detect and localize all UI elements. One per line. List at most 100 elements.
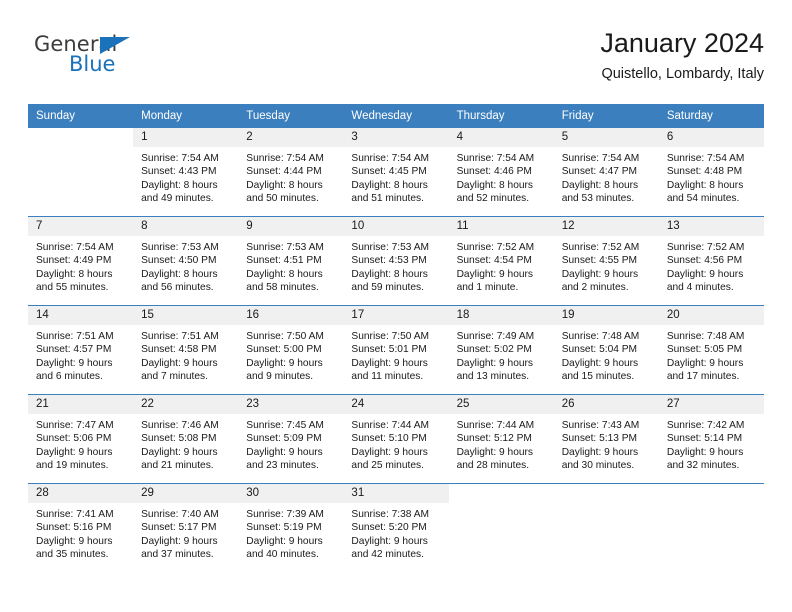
calendar-day-cell[interactable]: 30 Sunrise: 7:39 AM Sunset: 5:19 PM Dayligh… [238, 483, 344, 572]
daylight-text-line1: Daylight: 8 hours [36, 268, 113, 280]
calendar-day-cell[interactable]: 7 Sunrise: 7:54 AM Sunset: 4:49 PM Daylight… [28, 216, 134, 306]
day-number: 7 [28, 217, 134, 236]
calendar-day-cell[interactable]: 2 Sunrise: 7:54 AM Sunset: 4:44 PM Daylight… [238, 127, 344, 217]
calendar-day-cell[interactable]: 22 Sunrise: 7:46 AM Sunset: 5:08 PM Dayligh… [133, 394, 239, 484]
daylight-text-line1: Daylight: 8 hours [351, 179, 428, 191]
calendar-day-cell[interactable]: 31 Sunrise: 7:38 AM Sunset: 5:20 PM Dayligh… [343, 483, 449, 572]
day-details: Sunrise: 7:54 AM Sunset: 4:44 PM Daylight:… [238, 147, 343, 205]
day-number: 9 [238, 217, 344, 236]
daylight-text-line2: and 15 minutes. [561, 370, 635, 382]
calendar-day-cell[interactable]: 13 Sunrise: 7:52 AM Sunset: 4:56 PM Dayligh… [658, 216, 764, 306]
calendar-day-cell[interactable]: 6 Sunrise: 7:54 AM Sunset: 4:48 PM Daylight… [658, 127, 764, 217]
calendar-day-cell[interactable]: 27 Sunrise: 7:42 AM Sunset: 5:14 PM Dayligh… [658, 394, 764, 484]
calendar-cell-inner: 8 Sunrise: 7:53 AM Sunset: 4:50 PM Daylight… [133, 217, 239, 305]
sunrise-text: Sunrise: 7:44 AM [351, 420, 430, 431]
logo-text-blue: Blue [69, 52, 116, 76]
calendar-day-cell[interactable]: 11 Sunrise: 7:52 AM Sunset: 4:54 PM Dayligh… [448, 216, 554, 306]
general-blue-logo[interactable]: General Blue [34, 34, 164, 86]
daylight-text-line1: Daylight: 9 hours [561, 357, 639, 369]
calendar-cell-inner: 17 Sunrise: 7:50 AM Sunset: 5:01 PM Dayligh… [343, 306, 449, 394]
sunset-text: Sunset: 4:54 PM [456, 255, 532, 267]
calendar-week-row: 1 Sunrise: 7:54 AM Sunset: 4:43 PM Daylight… [28, 127, 764, 217]
sunset-text: Sunset: 5:12 PM [456, 433, 532, 445]
calendar-day-cell[interactable]: 12 Sunrise: 7:52 AM Sunset: 4:55 PM Dayligh… [553, 216, 659, 306]
sunrise-text: Sunrise: 7:52 AM [561, 242, 640, 253]
day-number: 21 [28, 395, 134, 414]
day-details: Sunrise: 7:50 AM Sunset: 5:00 PM Daylight:… [238, 325, 343, 383]
calendar-cell-inner: 14 Sunrise: 7:51 AM Sunset: 4:57 PM Dayligh… [28, 306, 134, 394]
calendar-day-cell[interactable]: 17 Sunrise: 7:50 AM Sunset: 5:01 PM Dayligh… [343, 305, 449, 395]
weekday-header-tuesday: Tuesday [238, 104, 344, 128]
calendar-day-cell[interactable]: 25 Sunrise: 7:44 AM Sunset: 5:12 PM Dayligh… [448, 394, 554, 484]
calendar-day-cell[interactable]: 1 Sunrise: 7:54 AM Sunset: 4:43 PM Daylight… [133, 127, 239, 217]
calendar-cell-inner: 29 Sunrise: 7:40 AM Sunset: 5:17 PM Dayligh… [133, 484, 239, 572]
sunrise-text: Sunrise: 7:53 AM [141, 242, 219, 253]
calendar-cell-inner: 13 Sunrise: 7:52 AM Sunset: 4:56 PM Dayligh… [658, 217, 764, 305]
calendar-cell-inner: 1 Sunrise: 7:54 AM Sunset: 4:43 PM Daylight… [133, 128, 239, 216]
sunrise-sunset-calendar: Sunday Monday Tuesday Wednesday Thursday… [28, 104, 764, 572]
calendar-cell-inner: 18 Sunrise: 7:49 AM Sunset: 5:02 PM Dayligh… [448, 306, 554, 394]
day-details [659, 503, 764, 508]
sunset-text: Sunset: 5:17 PM [141, 522, 217, 534]
daylight-text-line2: and 32 minutes. [666, 459, 740, 471]
calendar-day-cell[interactable]: 10 Sunrise: 7:53 AM Sunset: 4:53 PM Dayligh… [343, 216, 449, 306]
day-number: 4 [448, 128, 554, 147]
day-number: 8 [133, 217, 239, 236]
day-details: Sunrise: 7:51 AM Sunset: 4:58 PM Daylight:… [133, 325, 238, 383]
calendar-day-cell[interactable]: 5 Sunrise: 7:54 AM Sunset: 4:47 PM Daylight… [553, 127, 659, 217]
calendar-day-cell[interactable]: 3 Sunrise: 7:54 AM Sunset: 4:45 PM Daylight… [343, 127, 449, 217]
sunrise-text: Sunrise: 7:52 AM [456, 242, 535, 253]
day-details: Sunrise: 7:53 AM Sunset: 4:50 PM Daylight:… [133, 236, 238, 294]
sunset-text: Sunset: 5:13 PM [561, 433, 638, 445]
sunrise-text: Sunrise: 7:54 AM [456, 153, 535, 164]
calendar-page: General Blue January 2024 Quistello, Lom… [0, 0, 792, 612]
sunrise-text: Sunrise: 7:54 AM [36, 242, 114, 253]
sunset-text: Sunset: 4:46 PM [456, 166, 532, 178]
day-number: 18 [448, 306, 554, 325]
calendar-day-cell[interactable]: 28 Sunrise: 7:41 AM Sunset: 5:16 PM Dayligh… [28, 483, 134, 572]
day-details: Sunrise: 7:51 AM Sunset: 4:57 PM Daylight:… [28, 325, 133, 383]
day-details: Sunrise: 7:43 AM Sunset: 5:13 PM Daylight:… [554, 414, 659, 472]
calendar-day-cell[interactable]: 20 Sunrise: 7:48 AM Sunset: 5:05 PM Dayligh… [658, 305, 764, 395]
sunset-text: Sunset: 4:51 PM [246, 255, 322, 267]
sunset-text: Sunset: 5:09 PM [246, 433, 322, 445]
daylight-text-line2: and 21 minutes. [141, 459, 214, 471]
daylight-text-line2: and 23 minutes. [246, 459, 319, 471]
daylight-text-line1: Daylight: 9 hours [351, 535, 428, 547]
day-details: Sunrise: 7:40 AM Sunset: 5:17 PM Daylight:… [133, 503, 238, 561]
daylight-text-line1: Daylight: 9 hours [456, 446, 534, 458]
calendar-day-cell[interactable]: 21 Sunrise: 7:47 AM Sunset: 5:06 PM Dayligh… [28, 394, 134, 484]
calendar-day-cell[interactable]: 14 Sunrise: 7:51 AM Sunset: 4:57 PM Dayligh… [28, 305, 134, 395]
calendar-day-cell[interactable]: 19 Sunrise: 7:48 AM Sunset: 5:04 PM Dayligh… [553, 305, 659, 395]
sunset-text: Sunset: 5:06 PM [36, 433, 112, 445]
calendar-day-cell[interactable]: 24 Sunrise: 7:44 AM Sunset: 5:10 PM Dayligh… [343, 394, 449, 484]
calendar-day-cell[interactable]: 26 Sunrise: 7:43 AM Sunset: 5:13 PM Dayligh… [553, 394, 659, 484]
day-details: Sunrise: 7:41 AM Sunset: 5:16 PM Daylight:… [28, 503, 133, 561]
calendar-cell-inner: 2 Sunrise: 7:54 AM Sunset: 4:44 PM Daylight… [238, 128, 344, 216]
calendar-day-cell[interactable]: 15 Sunrise: 7:51 AM Sunset: 4:58 PM Dayligh… [133, 305, 239, 395]
calendar-day-cell[interactable]: 8 Sunrise: 7:53 AM Sunset: 4:50 PM Daylight… [133, 216, 239, 306]
daylight-text-line2: and 30 minutes. [561, 459, 635, 471]
day-details [28, 147, 133, 152]
sunset-text: Sunset: 5:08 PM [141, 433, 217, 445]
calendar-cell-empty [658, 483, 764, 572]
calendar-cell-inner: 3 Sunrise: 7:54 AM Sunset: 4:45 PM Daylight… [343, 128, 449, 216]
day-number: 15 [133, 306, 239, 325]
calendar-day-cell[interactable]: 9 Sunrise: 7:53 AM Sunset: 4:51 PM Daylight… [238, 216, 344, 306]
calendar-cell-inner: 24 Sunrise: 7:44 AM Sunset: 5:10 PM Dayligh… [343, 395, 449, 483]
daylight-text-line2: and 2 minutes. [561, 281, 629, 293]
day-number [448, 484, 554, 503]
daylight-text-line2: and 37 minutes. [141, 548, 214, 560]
calendar-cell-inner: 25 Sunrise: 7:44 AM Sunset: 5:12 PM Dayligh… [448, 395, 554, 483]
calendar-day-cell[interactable]: 18 Sunrise: 7:49 AM Sunset: 5:02 PM Dayligh… [448, 305, 554, 395]
day-details: Sunrise: 7:53 AM Sunset: 4:53 PM Daylight:… [343, 236, 448, 294]
sunset-text: Sunset: 4:47 PM [561, 166, 638, 178]
calendar-day-cell[interactable]: 23 Sunrise: 7:45 AM Sunset: 5:09 PM Dayligh… [238, 394, 344, 484]
calendar-day-cell[interactable]: 4 Sunrise: 7:54 AM Sunset: 4:46 PM Daylight… [448, 127, 554, 217]
daylight-text-line1: Daylight: 8 hours [246, 179, 323, 191]
calendar-day-cell[interactable]: 29 Sunrise: 7:40 AM Sunset: 5:17 PM Dayligh… [133, 483, 239, 572]
calendar-day-cell[interactable]: 16 Sunrise: 7:50 AM Sunset: 5:00 PM Dayligh… [238, 305, 344, 395]
calendar-cell-inner: 16 Sunrise: 7:50 AM Sunset: 5:00 PM Dayligh… [238, 306, 344, 394]
daylight-text-line1: Daylight: 8 hours [141, 179, 218, 191]
day-number: 11 [448, 217, 554, 236]
